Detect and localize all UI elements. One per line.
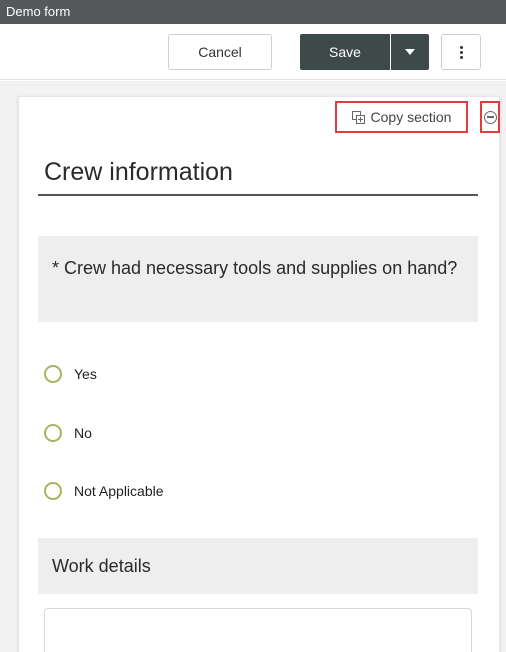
minus-circle-icon (483, 110, 497, 124)
cancel-button[interactable]: Cancel (168, 34, 272, 70)
work-details-label: Work details (38, 538, 478, 594)
collapse-section-button[interactable] (480, 101, 500, 133)
radio-option-yes[interactable]: Yes (44, 365, 97, 383)
radio-option-no[interactable]: No (44, 424, 92, 442)
radio-button-circle[interactable] (44, 424, 62, 442)
more-options-button[interactable] (441, 34, 481, 70)
radio-option-label: No (74, 425, 92, 441)
section-title: Crew information (44, 158, 233, 186)
question-label: * Crew had necessary tools and supplies … (38, 236, 478, 322)
radio-option-label: Not Applicable (74, 483, 164, 499)
copy-section-label: Copy section (370, 109, 452, 125)
save-options-button[interactable] (391, 34, 429, 70)
vertical-ellipsis-icon (459, 45, 463, 49)
copy-section-icon (351, 110, 365, 124)
work-details-input[interactable] (44, 608, 472, 652)
save-button[interactable]: Save (300, 34, 390, 70)
copy-section-button[interactable]: Copy section (335, 101, 468, 133)
radio-button-circle[interactable] (44, 482, 62, 500)
window-title: Demo form (0, 0, 506, 24)
form-toolbar: Cancel Save (0, 24, 506, 80)
caret-down-icon (405, 49, 415, 55)
section-title-underline (38, 194, 478, 196)
radio-button-circle[interactable] (44, 365, 62, 383)
radio-option-label: Yes (74, 366, 97, 382)
radio-option-not-applicable[interactable]: Not Applicable (44, 482, 164, 500)
